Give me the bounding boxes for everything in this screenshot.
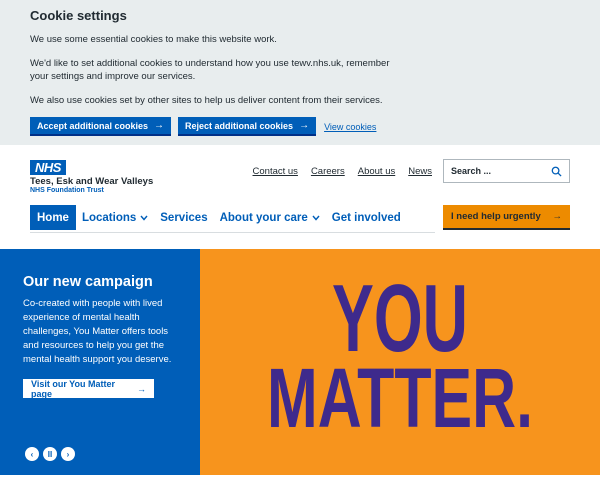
hero-body: Co-created with people with lived experi… <box>23 298 172 365</box>
org-subtitle: NHS Foundation Trust <box>30 187 104 194</box>
visit-you-matter-label: Visit our You Matter page <box>31 378 116 399</box>
nhs-logo[interactable]: NHS Tees, Esk and Wear Valleys NHS Found… <box>30 160 153 194</box>
you-matter-artwork: YOU MATTER. <box>200 249 600 475</box>
cookie-title: Cookie settings <box>30 8 127 23</box>
urgent-help-label: I need help urgently <box>451 211 541 222</box>
nav-get-involved-label: Get involved <box>331 211 401 224</box>
carousel-controls: ‹ II › <box>25 447 75 461</box>
nav-locations[interactable]: Locations <box>76 205 154 230</box>
arrow-right-icon: → <box>154 120 165 131</box>
arrow-right-icon: → <box>552 211 563 222</box>
nav-home-label: Home <box>37 211 69 224</box>
nav-locations-label: Locations <box>81 211 137 224</box>
site-header: NHS Tees, Esk and Wear Valleys NHS Found… <box>0 145 600 249</box>
main-nav: Home Locations Services About your care … <box>30 205 407 230</box>
pause-icon: II <box>47 449 53 459</box>
cookie-text-third-party: We also use cookies set by other sites t… <box>30 95 383 106</box>
visit-you-matter-button[interactable]: Visit our You Matter page → <box>23 378 154 399</box>
view-cookies-link[interactable]: View cookies <box>324 122 376 132</box>
you-matter-graphic: YOU MATTER. <box>267 265 533 445</box>
cookie-text-essential: We use some essential cookies to make th… <box>30 34 277 45</box>
page-bottom <box>0 475 600 480</box>
pause-button[interactable]: II <box>43 447 57 461</box>
arrow-right-icon: → <box>299 120 310 131</box>
cookie-text-additional: We'd like to set additional cookies to u… <box>30 58 390 82</box>
search-placeholder: Search ... <box>451 166 492 176</box>
cookie-buttons: Accept additional cookies → Reject addit… <box>30 117 570 136</box>
next-slide-button[interactable]: › <box>61 447 75 461</box>
accept-cookies-label: Accept additional cookies <box>37 120 149 131</box>
org-name: Tees, Esk and Wear Valleys <box>30 176 154 187</box>
search-input[interactable]: Search ... <box>443 159 570 183</box>
news-link[interactable]: News <box>408 166 432 177</box>
chevron-left-icon: ‹ <box>30 449 34 459</box>
accept-cookies-button[interactable]: Accept additional cookies → <box>30 117 172 136</box>
nav-services-label: Services <box>160 211 208 224</box>
nhs-logo-box: NHS <box>30 160 66 175</box>
hero-title: Our new campaign <box>23 274 153 290</box>
reject-cookies-label: Reject additional cookies <box>185 120 294 131</box>
arrow-right-icon: → <box>137 383 146 394</box>
cookie-banner: Cookie settings We use some essential co… <box>0 0 600 145</box>
nav-get-involved[interactable]: Get involved <box>326 205 407 230</box>
hero-panel: Our new campaign Co-created with people … <box>0 249 200 475</box>
reject-cookies-button[interactable]: Reject additional cookies → <box>178 117 317 136</box>
nav-about-care-label: About your care <box>219 211 308 224</box>
chevron-down-icon <box>140 215 148 221</box>
utility-links: Contact us Careers About us News <box>253 166 432 177</box>
artwork-line-matter: MATTER. <box>267 351 533 445</box>
urgent-help-button[interactable]: I need help urgently → <box>443 205 570 230</box>
nav-home[interactable]: Home <box>30 205 76 230</box>
nav-about-your-care[interactable]: About your care <box>214 205 326 230</box>
careers-link[interactable]: Careers <box>311 166 345 177</box>
search-icon[interactable] <box>551 166 562 177</box>
previous-slide-button[interactable]: ‹ <box>25 447 39 461</box>
hero-carousel: Our new campaign Co-created with people … <box>0 249 600 475</box>
chevron-down-icon <box>312 215 320 221</box>
about-us-link[interactable]: About us <box>358 166 396 177</box>
contact-us-link[interactable]: Contact us <box>253 166 298 177</box>
chevron-right-icon: › <box>66 449 70 459</box>
nav-services[interactable]: Services <box>154 205 213 230</box>
nav-divider <box>30 232 435 233</box>
